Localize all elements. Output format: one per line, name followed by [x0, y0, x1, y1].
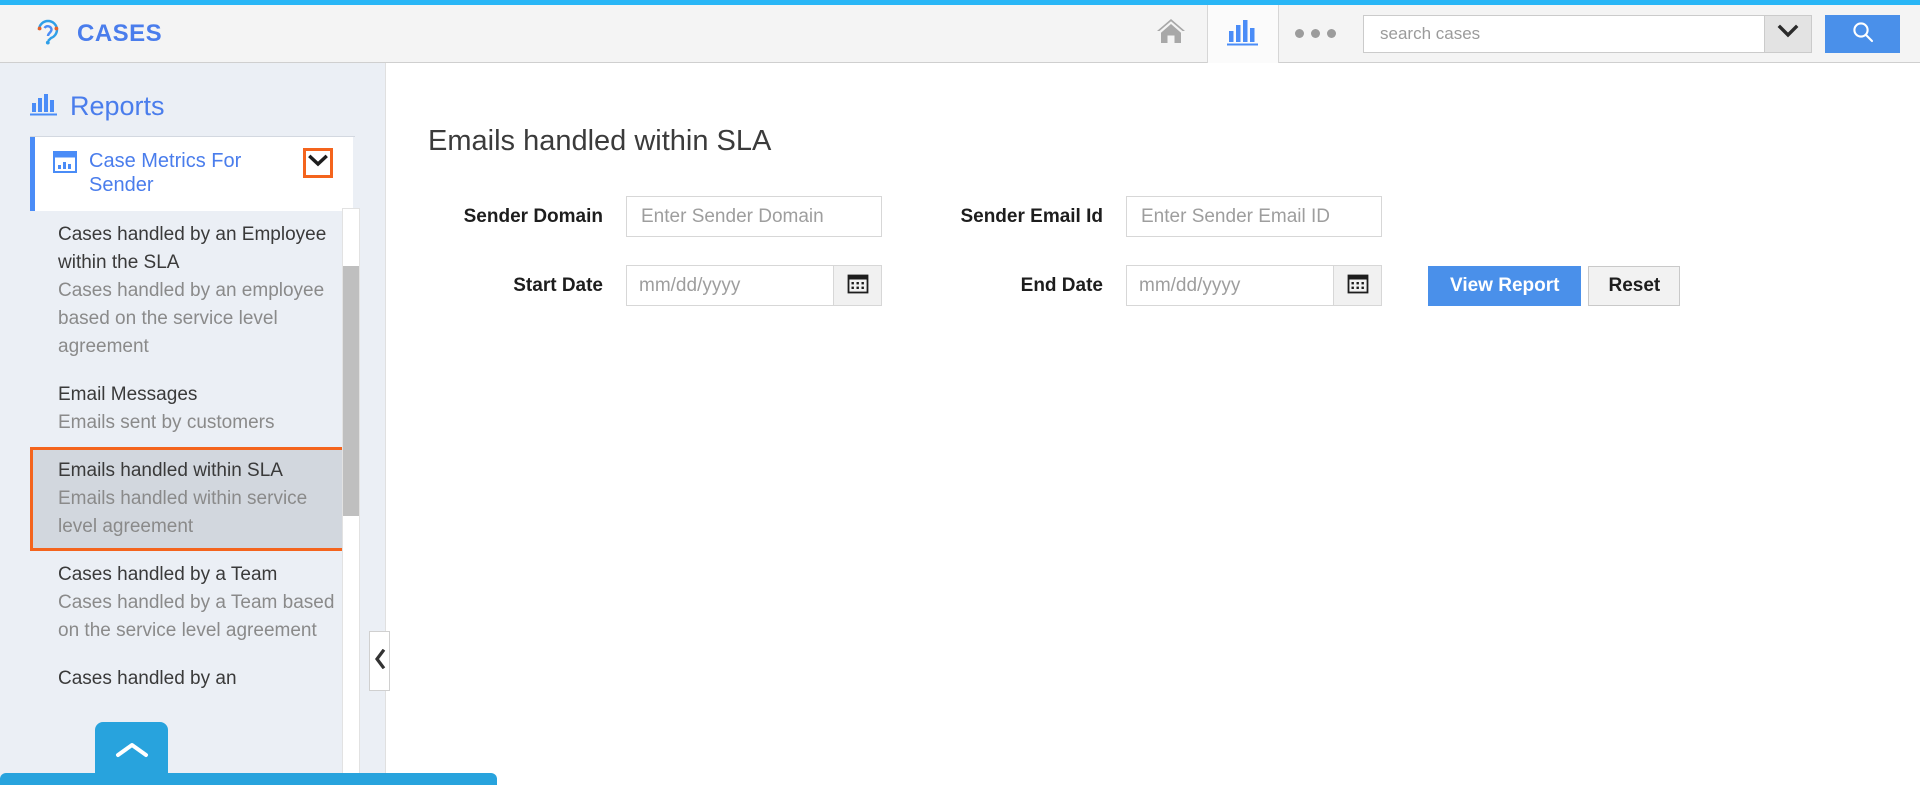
- tree-leaf-title: Cases handled by a Team: [58, 564, 278, 585]
- report-panel: Emails handled within SLA Sender Domain …: [385, 63, 1920, 785]
- ellipsis-icon: [1294, 29, 1336, 38]
- report-window-icon: [53, 151, 77, 178]
- tree-leaf-title: Cases handled by an Employee within the …: [58, 224, 327, 273]
- tree-leaf-desc: Emails sent by customers: [58, 412, 275, 433]
- search-input[interactable]: [1364, 15, 1764, 52]
- search-scope-dropdown[interactable]: [1764, 15, 1811, 52]
- sidebar-title: Reports: [70, 91, 165, 121]
- end-date-label: End Date: [1020, 274, 1103, 296]
- sidebar-collapse-button[interactable]: [369, 631, 390, 691]
- end-date-picker-button[interactable]: [1333, 265, 1382, 306]
- tree-node-toggle-button[interactable]: [303, 148, 333, 178]
- tree-leaf-title: Cases handled by an: [58, 668, 237, 689]
- start-date-label: Start Date: [513, 274, 603, 296]
- app-header: CASES: [0, 4, 1920, 63]
- bottom-accent-strip: [0, 773, 497, 785]
- search-box: [1363, 14, 1812, 53]
- tree-leaf-emails-handled-within-sla[interactable]: Emails handled within SLA Emails handled…: [30, 447, 351, 551]
- tree-leaf-cases-handled-by-employee[interactable]: Cases handled by an Employee within the …: [30, 211, 353, 371]
- chevron-up-icon: [114, 741, 150, 766]
- reports-tree-scrollport: Case Metrics For Sender Cases handled by…: [30, 137, 353, 737]
- chevron-down-icon: [308, 154, 328, 172]
- reports-button[interactable]: [1207, 4, 1279, 63]
- tree-leaf-title: Email Messages: [58, 384, 198, 405]
- end-date-field-wrap: [1126, 265, 1386, 306]
- bar-chart-icon: [1227, 16, 1259, 51]
- home-button[interactable]: [1135, 5, 1207, 63]
- tree-leaf-cases-handled-by-team[interactable]: Cases handled by a Team Cases handled by…: [30, 551, 353, 655]
- reset-button[interactable]: Reset: [1588, 265, 1681, 306]
- bar-chart-icon: [30, 91, 58, 122]
- tree-leaf-email-messages[interactable]: Email Messages Emails sent by customers: [30, 371, 353, 447]
- calendar-icon: [1347, 272, 1369, 299]
- tree-node-case-metrics-for-sender[interactable]: Case Metrics For Sender: [30, 137, 353, 211]
- sender-domain-label: Sender Domain: [463, 205, 603, 227]
- tree-leaf-desc: Emails handled within service level agre…: [58, 488, 308, 537]
- tree-node-label: Case Metrics For Sender: [89, 150, 242, 196]
- search-icon: [1851, 20, 1875, 47]
- sender-domain-field-wrap: [626, 196, 886, 237]
- sender-email-label: Sender Email Id: [960, 205, 1103, 227]
- sender-domain-input[interactable]: [626, 196, 882, 237]
- chevron-left-icon: [374, 648, 386, 674]
- tree-leaf-desc: Cases handled by an employee based on th…: [58, 280, 325, 357]
- start-date-input[interactable]: [626, 265, 833, 306]
- search-area: [1363, 5, 1900, 63]
- calendar-icon: [847, 272, 869, 299]
- brand: CASES: [0, 17, 162, 51]
- scroll-to-top-button[interactable]: [95, 722, 168, 785]
- more-options-button[interactable]: [1279, 5, 1351, 63]
- start-date-field-wrap: [626, 265, 886, 306]
- chevron-down-icon: [1777, 24, 1799, 43]
- sender-email-input[interactable]: [1126, 196, 1382, 237]
- search-submit-button[interactable]: [1825, 14, 1900, 53]
- start-date-picker-button[interactable]: [833, 265, 882, 306]
- sidebar-scrollbar-thumb[interactable]: [343, 266, 359, 516]
- tree-leaf-title: Emails handled within SLA: [58, 460, 283, 481]
- end-date-input[interactable]: [1126, 265, 1333, 306]
- sender-email-field-wrap: [1126, 196, 1386, 237]
- brand-title: CASES: [77, 19, 163, 47]
- sidebar-header: Reports: [0, 63, 385, 136]
- report-filter-form: Sender Domain Sender Email Id Start Date: [411, 196, 1920, 306]
- reports-tree: Case Metrics For Sender Cases handled by…: [30, 137, 355, 737]
- page-title: Emails handled within SLA: [428, 125, 772, 157]
- tree-leaf-desc: Cases handled by a Team based on the ser…: [58, 592, 335, 641]
- body: Reports Case Metrics For Sender Cases ha…: [0, 63, 1920, 785]
- cases-logo-icon: [32, 17, 64, 51]
- tree-leaf-cases-handled-by-an[interactable]: Cases handled by an: [30, 655, 353, 703]
- view-report-button[interactable]: View Report: [1428, 265, 1582, 306]
- reports-sidebar: Reports Case Metrics For Sender Cases ha…: [0, 63, 497, 785]
- header-actions: [1135, 4, 1920, 63]
- form-actions: View Report Reset: [1428, 265, 1920, 306]
- home-icon: [1154, 16, 1188, 51]
